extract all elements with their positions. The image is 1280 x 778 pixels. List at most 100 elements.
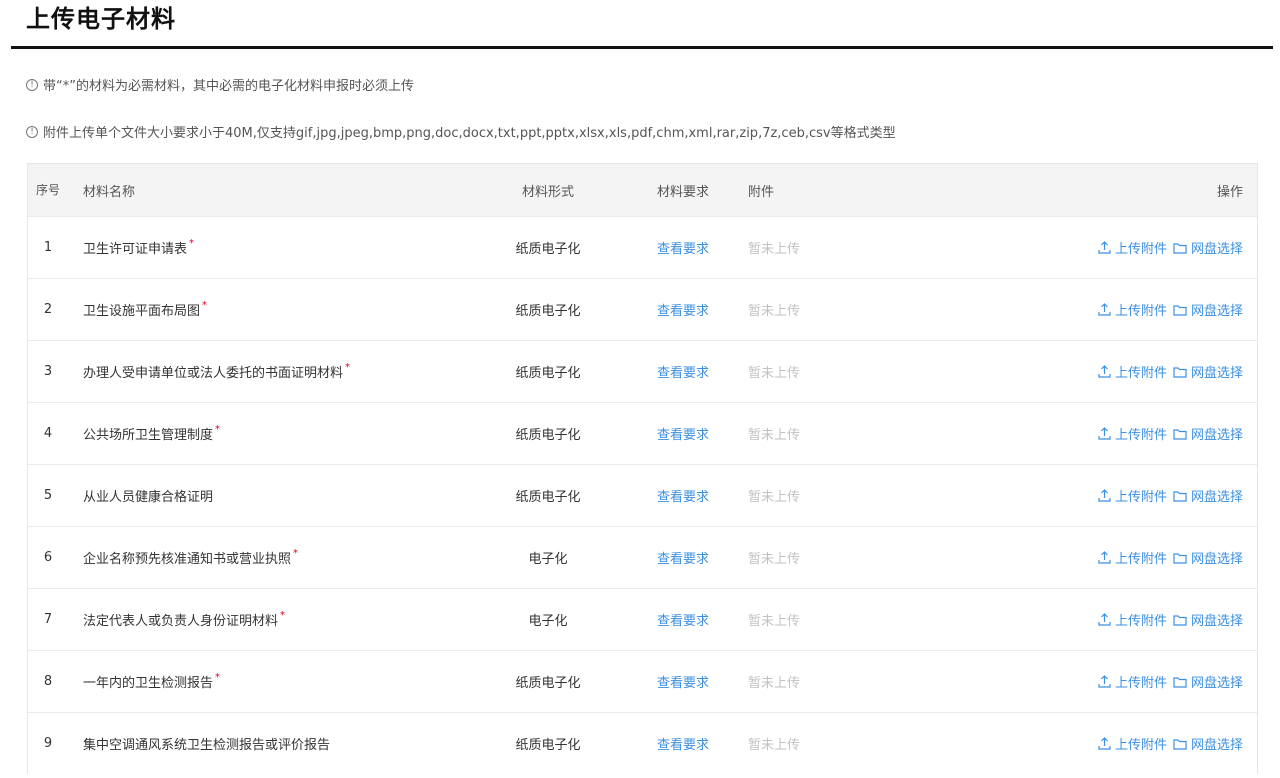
view-requirement-link[interactable]: 查看要求 xyxy=(657,614,709,629)
upload-attachment-button[interactable]: 上传附件 xyxy=(1098,734,1167,753)
view-requirement-link[interactable]: 查看要求 xyxy=(657,490,709,505)
row-material-name: 一年内的卫生检测报告 * xyxy=(68,672,468,691)
row-no: 6 xyxy=(43,550,53,565)
upload-attachment-button[interactable]: 上传附件 xyxy=(1098,548,1167,567)
disk-select-label: 网盘选择 xyxy=(1190,738,1243,753)
row-requirement-cell: 查看要求 xyxy=(628,486,738,505)
upload-icon xyxy=(1098,489,1111,502)
upload-attachment-button[interactable]: 上传附件 xyxy=(1098,300,1167,319)
material-name-text: 卫生设施平面布局图 xyxy=(83,304,201,319)
row-material-form: 纸质电子化 xyxy=(515,738,581,753)
row-requirement-cell: 查看要求 xyxy=(628,734,738,753)
material-name-text: 卫生许可证申请表 xyxy=(83,242,188,257)
disk-select-button[interactable]: 网盘选择 xyxy=(1173,610,1243,629)
view-requirement-link[interactable]: 查看要求 xyxy=(657,428,709,443)
row-material-name: 企业名称预先核准通知书或营业执照 * xyxy=(68,548,468,567)
upload-attachment-label: 上传附件 xyxy=(1114,490,1167,505)
row-material-form: 纸质电子化 xyxy=(515,304,581,319)
table-row: 7 法定代表人或负责人身份证明材料 * 电子化 查看要求 暂未上传 上传附件 网盘… xyxy=(28,588,1257,650)
row-material-form: 纸质电子化 xyxy=(515,676,581,691)
row-requirement-cell: 查看要求 xyxy=(628,424,738,443)
required-mark: * xyxy=(345,362,351,373)
notice-file-limits: ! 附件上传单个文件大小要求小于40M,仅支持gif,jpg,jpeg,bmp,… xyxy=(26,122,896,141)
material-name-text: 企业名称预先核准通知书或营业执照 xyxy=(83,552,292,567)
table-row: 4 公共场所卫生管理制度 * 纸质电子化 查看要求 暂未上传 上传附件 网盘选择 xyxy=(28,402,1257,464)
view-requirement-link[interactable]: 查看要求 xyxy=(657,304,709,319)
view-requirement-link[interactable]: 查看要求 xyxy=(657,552,709,567)
row-attachment-status: 暂未上传 xyxy=(748,552,801,567)
folder-icon xyxy=(1173,242,1187,254)
row-requirement-cell: 查看要求 xyxy=(628,610,738,629)
row-operations: 上传附件 网盘选择 xyxy=(848,424,1257,443)
upload-icon xyxy=(1098,365,1111,378)
view-requirement-link[interactable]: 查看要求 xyxy=(657,738,709,753)
upload-attachment-button[interactable]: 上传附件 xyxy=(1098,610,1167,629)
row-material-name: 法定代表人或负责人身份证明材料 * xyxy=(68,610,468,629)
header-operation: 操作 xyxy=(1216,184,1243,200)
upload-attachment-button[interactable]: 上传附件 xyxy=(1098,672,1167,691)
folder-icon xyxy=(1173,552,1187,564)
title-divider xyxy=(11,46,1273,49)
required-mark: * xyxy=(215,424,221,435)
view-requirement-link[interactable]: 查看要求 xyxy=(657,242,709,257)
disk-select-label: 网盘选择 xyxy=(1190,242,1243,257)
disk-select-button[interactable]: 网盘选择 xyxy=(1173,672,1243,691)
row-operations: 上传附件 网盘选择 xyxy=(848,300,1257,319)
upload-attachment-button[interactable]: 上传附件 xyxy=(1098,362,1167,381)
table-body: 1 卫生许可证申请表 * 纸质电子化 查看要求 暂未上传 上传附件 网盘选择 2… xyxy=(28,216,1257,774)
row-requirement-cell: 查看要求 xyxy=(628,238,738,257)
row-material-name: 卫生设施平面布局图 * xyxy=(68,300,468,319)
table-row: 6 企业名称预先核准通知书或营业执照 * 电子化 查看要求 暂未上传 上传附件 网… xyxy=(28,526,1257,588)
disk-select-label: 网盘选择 xyxy=(1190,676,1243,691)
upload-icon xyxy=(1098,737,1111,750)
upload-icon xyxy=(1098,675,1111,688)
row-material-form: 电子化 xyxy=(528,552,568,567)
header-requirement: 材料要求 xyxy=(656,184,709,200)
row-no: 2 xyxy=(43,302,53,317)
row-requirement-cell: 查看要求 xyxy=(628,672,738,691)
material-name-text: 办理人受申请单位或法人委托的书面证明材料 xyxy=(83,366,344,381)
disk-select-button[interactable]: 网盘选择 xyxy=(1173,238,1243,257)
disk-select-button[interactable]: 网盘选择 xyxy=(1173,362,1243,381)
upload-attachment-button[interactable]: 上传附件 xyxy=(1098,424,1167,443)
notice-text: 带“*”的材料为必需材料，其中必需的电子化材料申报时必须上传 xyxy=(43,79,414,94)
disk-select-button[interactable]: 网盘选择 xyxy=(1173,486,1243,505)
folder-icon xyxy=(1173,490,1187,502)
row-no: 8 xyxy=(43,674,53,689)
upload-icon xyxy=(1098,427,1111,440)
row-attachment-status: 暂未上传 xyxy=(748,676,801,691)
disk-select-button[interactable]: 网盘选择 xyxy=(1173,734,1243,753)
header-attachment: 附件 xyxy=(748,184,775,200)
row-operations: 上传附件 网盘选择 xyxy=(848,548,1257,567)
row-attachment-status: 暂未上传 xyxy=(748,738,801,753)
row-material-name: 公共场所卫生管理制度 * xyxy=(68,424,468,443)
material-name-text: 公共场所卫生管理制度 xyxy=(83,428,214,443)
table-row: 8 一年内的卫生检测报告 * 纸质电子化 查看要求 暂未上传 上传附件 网盘选择 xyxy=(28,650,1257,712)
upload-attachment-button[interactable]: 上传附件 xyxy=(1098,238,1167,257)
upload-attachment-button[interactable]: 上传附件 xyxy=(1098,486,1167,505)
row-attachment-status: 暂未上传 xyxy=(748,490,801,505)
row-no: 1 xyxy=(43,240,53,255)
row-requirement-cell: 查看要求 xyxy=(628,362,738,381)
upload-attachment-label: 上传附件 xyxy=(1114,676,1167,691)
required-mark: * xyxy=(293,548,299,559)
disk-select-label: 网盘选择 xyxy=(1190,428,1243,443)
info-icon: ! xyxy=(26,125,38,138)
upload-attachment-label: 上传附件 xyxy=(1114,366,1167,381)
disk-select-label: 网盘选择 xyxy=(1190,490,1243,505)
view-requirement-link[interactable]: 查看要求 xyxy=(657,366,709,381)
row-material-form: 纸质电子化 xyxy=(515,428,581,443)
disk-select-label: 网盘选择 xyxy=(1190,366,1243,381)
upload-materials-page: 上传电子材料 ! 带“*”的材料为必需材料，其中必需的电子化材料申报时必须上传 … xyxy=(0,0,1280,778)
row-attachment-status: 暂未上传 xyxy=(748,304,801,319)
disk-select-button[interactable]: 网盘选择 xyxy=(1173,424,1243,443)
view-requirement-link[interactable]: 查看要求 xyxy=(657,676,709,691)
required-mark: * xyxy=(280,610,286,621)
upload-attachment-label: 上传附件 xyxy=(1114,428,1167,443)
folder-icon xyxy=(1173,614,1187,626)
upload-attachment-label: 上传附件 xyxy=(1114,242,1167,257)
disk-select-button[interactable]: 网盘选择 xyxy=(1173,300,1243,319)
upload-attachment-label: 上传附件 xyxy=(1114,614,1167,629)
disk-select-button[interactable]: 网盘选择 xyxy=(1173,548,1243,567)
required-mark: * xyxy=(189,238,195,249)
